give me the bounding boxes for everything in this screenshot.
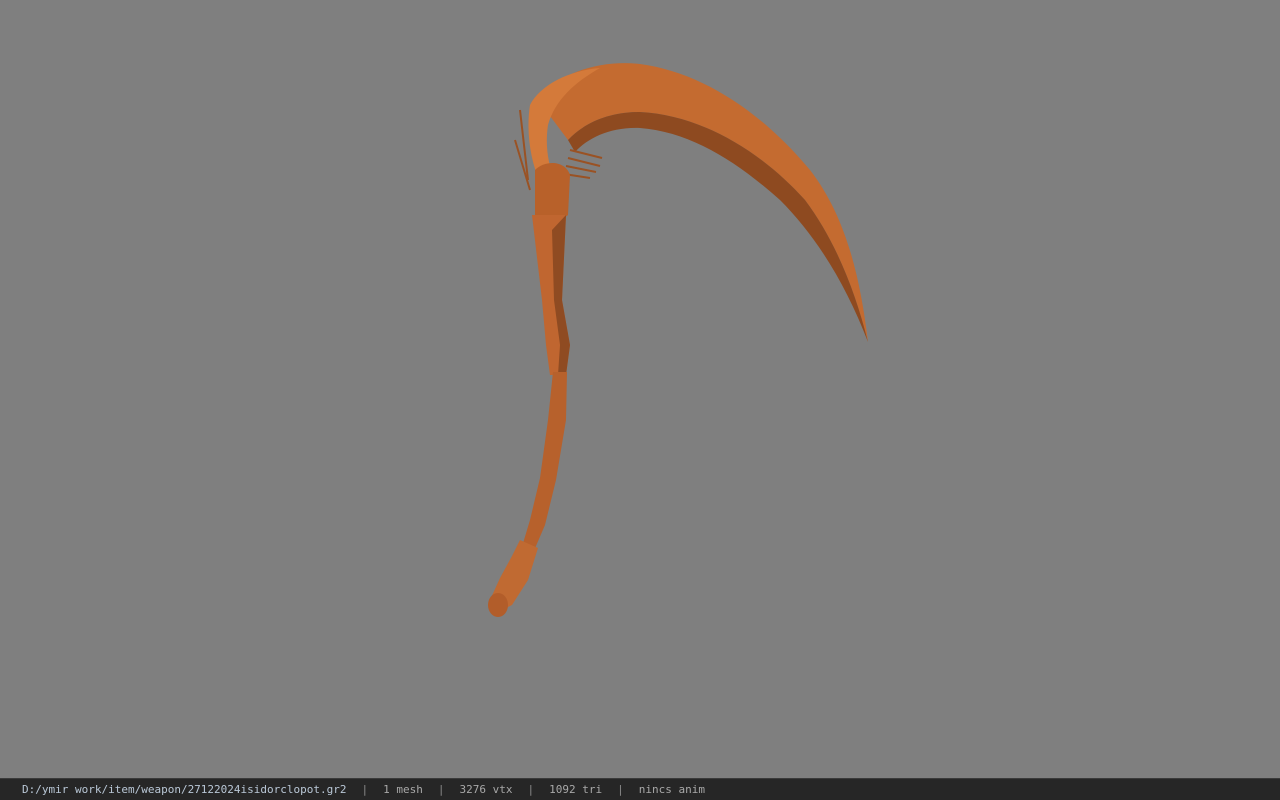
- separator: |: [361, 783, 369, 796]
- file-path: D:/ymir work/item/weapon/27122024isidorc…: [22, 783, 347, 796]
- scythe-collar: [535, 163, 570, 221]
- scythe-blade: [538, 63, 868, 342]
- 3d-viewport[interactable]: [0, 0, 1280, 778]
- scythe-model[interactable]: [0, 0, 1280, 778]
- separator: |: [437, 783, 445, 796]
- separator: |: [527, 783, 535, 796]
- scythe-pommel: [488, 593, 508, 617]
- mesh-count: 1 mesh: [383, 783, 423, 796]
- scythe-handle-lower: [518, 372, 567, 560]
- vertex-count: 3276 vtx: [459, 783, 513, 796]
- status-bar: D:/ymir work/item/weapon/27122024isidorc…: [0, 778, 1280, 800]
- triangle-count: 1092 tri: [549, 783, 603, 796]
- separator: |: [617, 783, 624, 796]
- animation-status: nincs anim: [638, 783, 705, 796]
